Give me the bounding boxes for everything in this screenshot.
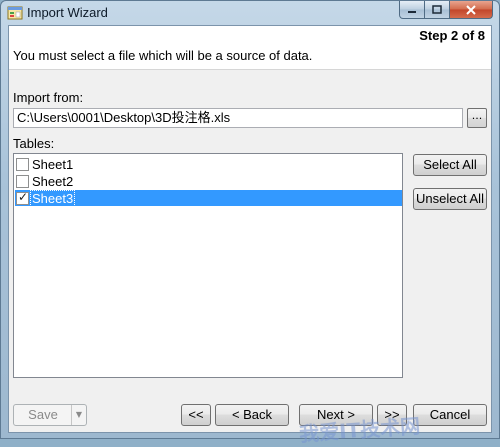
list-item-label: Sheet3 (29, 189, 76, 207)
wizard-header: Step 2 of 8 You must select a file which… (9, 26, 491, 70)
chevron-down-icon: ▼ (71, 405, 86, 425)
next-button[interactable]: Next > (299, 404, 373, 426)
browse-button[interactable]: ... (467, 108, 487, 128)
cancel-button[interactable]: Cancel (413, 404, 487, 426)
unselect-all-button[interactable]: Unselect All (413, 188, 487, 210)
save-split-button: Save ▼ (13, 404, 87, 426)
close-button[interactable] (450, 1, 493, 19)
tables-label: Tables: (13, 136, 55, 151)
list-item-sheet1[interactable]: Sheet1 (15, 156, 74, 172)
list-item-label: Sheet2 (32, 173, 74, 189)
first-page-button[interactable]: << (181, 404, 211, 426)
select-all-button[interactable]: Select All (413, 154, 487, 176)
list-item-sheet3[interactable]: ✓ Sheet3 (15, 189, 402, 207)
close-icon (466, 4, 476, 15)
check-icon: ✓ (18, 189, 29, 204)
list-item-sheet2[interactable]: Sheet2 (15, 173, 74, 189)
minimize-icon (408, 10, 416, 13)
window-title: Import Wizard (27, 5, 108, 20)
list-item-label: Sheet1 (32, 156, 74, 172)
save-button: Save (28, 407, 58, 422)
maximize-button[interactable] (425, 1, 450, 19)
checkbox-sheet3[interactable]: ✓ (16, 189, 29, 205)
wizard-app-icon (7, 6, 23, 20)
wizard-body: Step 2 of 8 You must select a file which… (8, 25, 492, 446)
minimize-button[interactable] (399, 1, 425, 19)
title-bar[interactable]: Import Wizard (1, 1, 499, 25)
back-button[interactable]: < Back (215, 404, 289, 426)
checkbox-sheet2[interactable] (16, 174, 29, 188)
tables-list[interactable]: Sheet1 Sheet2 ✓ Sheet3 (13, 153, 403, 378)
last-page-button[interactable]: >> (377, 404, 407, 426)
window-controls (399, 1, 493, 19)
maximize-icon (432, 5, 442, 14)
import-path-field[interactable]: C:\Users\0001\Desktop\3D投注格.xls (13, 108, 463, 128)
step-indicator: Step 2 of 8 (419, 28, 485, 43)
checkbox-sheet1[interactable] (16, 157, 29, 171)
import-wizard-window: Import Wizard Step 2 of 8 You must selec… (0, 0, 500, 446)
instruction-text: You must select a file which will be a s… (13, 48, 313, 63)
import-from-label: Import from: (13, 90, 84, 105)
